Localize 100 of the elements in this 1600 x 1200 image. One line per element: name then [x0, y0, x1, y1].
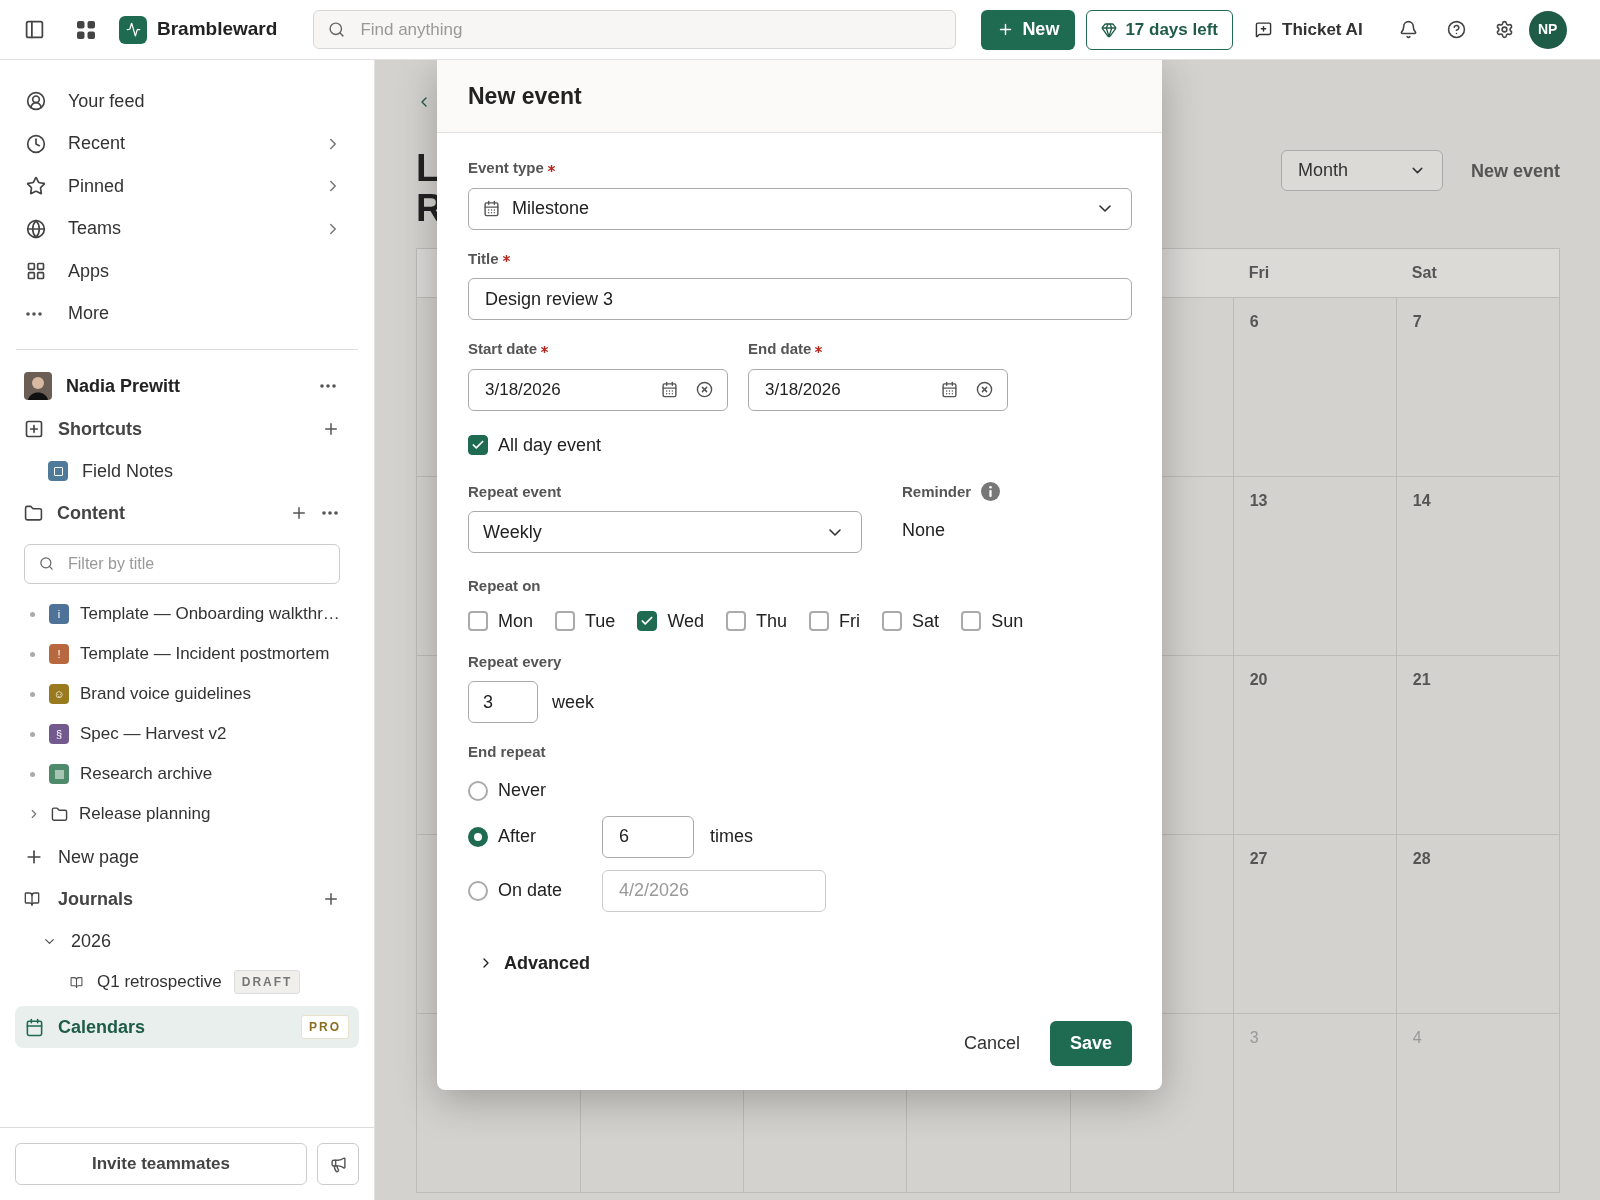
chat-icon: [1255, 21, 1272, 38]
save-button[interactable]: Save: [1049, 1021, 1132, 1066]
view-select[interactable]: Month: [1280, 150, 1443, 191]
calendar-icon: [25, 1017, 44, 1037]
sidebar-toggle-icon[interactable]: [24, 19, 45, 40]
checkbox[interactable]: [882, 611, 903, 631]
search-icon: [328, 21, 346, 38]
workspace-name[interactable]: Brambleward: [157, 15, 278, 44]
user-name: Nadia Prewitt: [66, 374, 182, 398]
shortcut-icon: [24, 419, 44, 439]
new-event-button[interactable]: New event: [1470, 158, 1560, 185]
help-icon[interactable]: [1446, 20, 1466, 39]
day-number: 4: [1412, 1029, 1422, 1046]
folder-icon: [24, 503, 43, 523]
invite-button[interactable]: Invite teammates: [15, 1143, 307, 1185]
date-field[interactable]: 3/18/2026: [468, 368, 728, 411]
field-label: Event type: [468, 158, 544, 178]
checkbox[interactable]: [468, 435, 488, 455]
shortcut-item[interactable]: Field Notes: [82, 457, 174, 485]
search-field[interactable]: Find anything: [313, 10, 957, 49]
new-button[interactable]: New: [981, 9, 1076, 50]
bullet-icon: [30, 691, 35, 697]
radio-label: On date: [498, 879, 564, 902]
logo-icon: [119, 15, 147, 44]
section-header[interactable]: Shortcuts: [58, 415, 322, 443]
repeat-select[interactable]: Weekly: [468, 511, 862, 553]
notifications-icon[interactable]: [1398, 20, 1418, 39]
trial-button[interactable]: 17 days left: [1086, 9, 1233, 50]
user-avatar[interactable]: NP: [1528, 10, 1567, 49]
grid-icon[interactable]: [77, 20, 95, 39]
add-icon: [322, 420, 340, 438]
nav-item[interactable]: Pinned: [68, 172, 324, 200]
page-item[interactable]: Template — Incident postmortem: [80, 641, 330, 667]
count-field[interactable]: 6: [602, 815, 694, 858]
journal-icon: [24, 891, 40, 907]
info-icon[interactable]: [981, 482, 1001, 502]
chevron-icon: [829, 528, 841, 536]
checkbox[interactable]: [961, 611, 982, 631]
page-item[interactable]: Brand voice guidelines: [80, 681, 252, 707]
field-label: Title: [468, 248, 499, 269]
clock-icon: [26, 133, 46, 154]
section-header[interactable]: Content: [57, 499, 290, 527]
advanced-toggle[interactable]: Advanced: [478, 949, 591, 977]
add-icon: [322, 890, 340, 908]
unit-label: times: [710, 825, 753, 848]
pro-tag: PRO: [301, 1015, 349, 1039]
settings-icon[interactable]: [1494, 20, 1514, 39]
required-icon: [541, 345, 549, 353]
more-icon[interactable]: [322, 511, 338, 515]
checkbox[interactable]: [809, 611, 830, 631]
page-icon: i: [49, 604, 69, 624]
title-field[interactable]: Design review 3: [468, 278, 1132, 320]
checkbox[interactable]: [468, 611, 488, 631]
nav-item[interactable]: More: [68, 300, 350, 328]
day-number: 20: [1249, 671, 1268, 688]
filter-field[interactable]: Filter by title: [24, 544, 340, 584]
clear-icon: [976, 381, 993, 398]
calendars-item[interactable]: Calendars PRO: [15, 1006, 359, 1048]
search-icon: [39, 556, 54, 571]
page-item[interactable]: Release planning: [79, 801, 211, 827]
nav-item[interactable]: Teams: [68, 215, 324, 243]
nav-item[interactable]: Your feed: [68, 87, 350, 115]
ai-button[interactable]: Thicket AI: [1245, 9, 1373, 50]
day-number: 3: [1249, 1029, 1259, 1046]
page-item[interactable]: Template — Onboarding walkthr…: [80, 601, 340, 627]
check-icon: [471, 438, 485, 452]
day-label: Fri: [839, 609, 861, 633]
checkbox[interactable]: [637, 611, 658, 631]
user-icon: [26, 91, 46, 112]
unit-label: week: [552, 690, 595, 714]
more-icon[interactable]: [26, 311, 42, 316]
interval-field[interactable]: 3: [468, 681, 538, 723]
nav-item[interactable]: Apps: [68, 257, 350, 285]
page-item[interactable]: Research archive: [80, 761, 213, 787]
required-icon: [815, 345, 823, 353]
day-number: 21: [1412, 671, 1431, 688]
date-field[interactable]: 3/18/2026: [748, 368, 1008, 411]
bullet-icon: [30, 611, 35, 617]
nav-item[interactable]: Recent: [68, 130, 324, 158]
field-label: Repeat on: [468, 576, 541, 596]
checkbox[interactable]: [726, 611, 747, 631]
section-header[interactable]: Journals: [58, 885, 322, 913]
day-label: Sat: [912, 609, 940, 633]
more-icon[interactable]: [320, 384, 336, 388]
new-page-link[interactable]: New page: [58, 843, 140, 871]
radio-label: After: [498, 825, 537, 848]
radio-button[interactable]: [468, 826, 488, 847]
folder-icon: [51, 805, 68, 823]
add-icon: [290, 504, 308, 522]
radio-button[interactable]: [468, 780, 488, 801]
field-label: Repeat event: [468, 481, 562, 502]
day-label: Sun: [991, 609, 1024, 633]
journal-entry[interactable]: Q1 retrospective: [97, 969, 222, 995]
day-label: Tue: [585, 609, 616, 633]
announcements-button[interactable]: [317, 1143, 359, 1185]
cancel-button[interactable]: Cancel: [959, 1021, 1024, 1066]
event-type-select[interactable]: Milestone: [468, 187, 1132, 230]
year-item[interactable]: 2026: [71, 927, 112, 955]
checkbox[interactable]: [555, 611, 575, 631]
page-item[interactable]: Spec — Harvest v2: [80, 721, 227, 747]
